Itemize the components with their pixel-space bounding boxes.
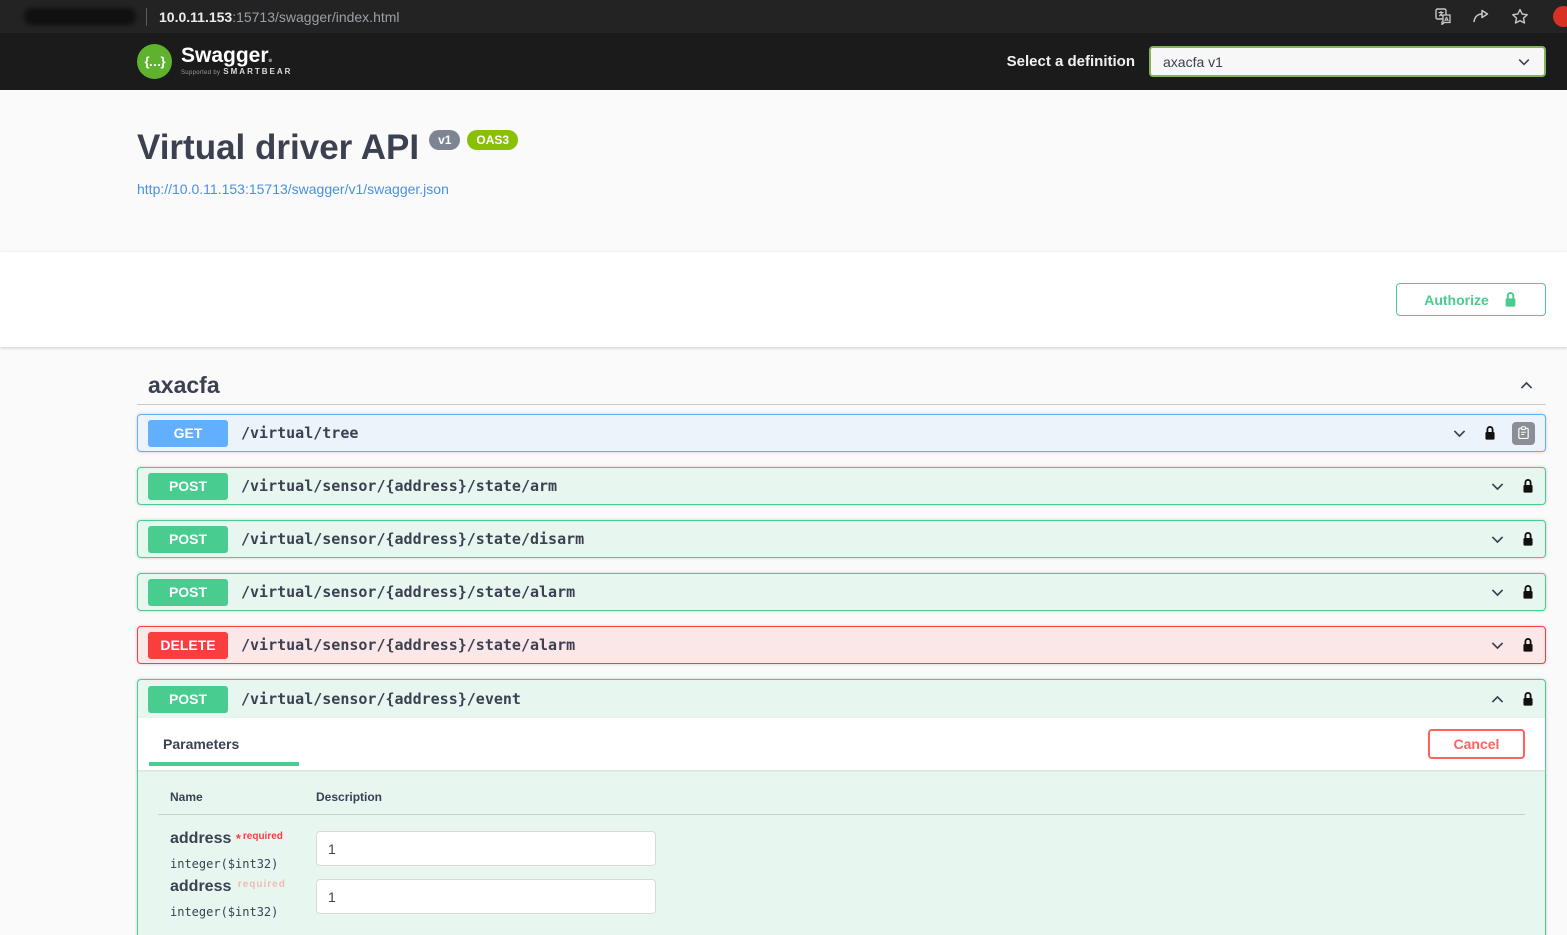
- parameter-row-address-2: address required integer($int32): [158, 877, 1525, 919]
- operations-section: axacfa GET /virtual/tree POST /virtual/s…: [0, 347, 1567, 935]
- brand-name: Swagger: [181, 44, 267, 67]
- cancel-button[interactable]: Cancel: [1428, 729, 1525, 759]
- method-badge: POST: [148, 686, 228, 713]
- url-host: 10.0.11.153: [159, 9, 232, 25]
- lock-icon[interactable]: [1521, 691, 1535, 707]
- parameters-table: Name Description address *required integ…: [138, 770, 1545, 935]
- operation-row-post-state-arm[interactable]: POST /virtual/sensor/{address}/state/arm: [137, 467, 1546, 505]
- chevron-up-icon[interactable]: [1489, 691, 1506, 708]
- lock-icon[interactable]: [1521, 531, 1535, 547]
- operation-row-post-event[interactable]: POST /virtual/sensor/{address}/event: [138, 680, 1545, 718]
- browser-address-bar[interactable]: 10.0.11.153:15713/swagger/index.html: [0, 0, 1567, 33]
- chevron-down-icon[interactable]: [1451, 425, 1468, 442]
- definition-select[interactable]: axacfa v1: [1149, 46, 1546, 77]
- chevron-down-icon[interactable]: [1489, 637, 1506, 654]
- swagger-topbar: {…} Swagger. Supported bySMARTBEAR Selec…: [0, 33, 1567, 90]
- operation-path: /virtual/sensor/{address}/event: [241, 690, 521, 708]
- share-icon[interactable]: [1472, 8, 1491, 25]
- clipboard-icon: [1517, 426, 1530, 440]
- bookmark-star-icon[interactable]: [1511, 8, 1529, 25]
- translate-icon[interactable]: [1435, 8, 1452, 25]
- lock-icon: [1503, 291, 1518, 308]
- tag-name: axacfa: [148, 372, 220, 399]
- chevron-up-icon[interactable]: [1518, 377, 1535, 394]
- selected-definition: axacfa v1: [1163, 54, 1223, 70]
- browser-profile-avatar[interactable]: [1553, 6, 1567, 27]
- required-label: required: [243, 831, 283, 842]
- required-label: required: [238, 879, 286, 890]
- method-badge: POST: [148, 579, 228, 606]
- chevron-down-icon[interactable]: [1489, 531, 1506, 548]
- address-separator: [146, 8, 147, 26]
- operation-row-post-state-disarm[interactable]: POST /virtual/sensor/{address}/state/dis…: [137, 520, 1546, 558]
- method-badge: GET: [148, 420, 228, 447]
- lock-icon[interactable]: [1521, 478, 1535, 494]
- version-badge: v1: [429, 130, 460, 150]
- parameter-type: integer($int32): [170, 905, 316, 919]
- parameter-row-address-1: address *required integer($int32): [158, 829, 1525, 871]
- method-badge: POST: [148, 526, 228, 553]
- lock-icon[interactable]: [1483, 425, 1497, 441]
- operation-path: /virtual/tree: [241, 424, 358, 442]
- api-info-section: Virtual driver API v1 OAS3 http://10.0.1…: [0, 90, 1567, 252]
- address-input[interactable]: [316, 831, 656, 866]
- column-header-name: Name: [170, 790, 316, 804]
- operation-path: /virtual/sensor/{address}/state/arm: [241, 477, 557, 495]
- operation-path: /virtual/sensor/{address}/state/alarm: [241, 583, 575, 601]
- authorize-label: Authorize: [1424, 292, 1489, 308]
- method-badge: DELETE: [148, 632, 228, 659]
- chevron-down-icon: [1516, 54, 1532, 70]
- swagger-logo-icon: {…}: [137, 44, 172, 79]
- parameters-header: Parameters Cancel: [138, 718, 1545, 770]
- url-text[interactable]: 10.0.11.153:15713/swagger/index.html: [159, 9, 400, 25]
- page-title: Virtual driver API: [137, 128, 419, 168]
- operation-path: /virtual/sensor/{address}/state/alarm: [241, 636, 575, 654]
- tag-header-axacfa[interactable]: axacfa: [137, 377, 1546, 405]
- operation-row-delete-state-alarm[interactable]: DELETE /virtual/sensor/{address}/state/a…: [137, 626, 1546, 664]
- operation-row-get-virtual-tree[interactable]: GET /virtual/tree: [137, 414, 1546, 452]
- parameter-type: integer($int32): [170, 857, 316, 871]
- oas3-badge: OAS3: [467, 130, 518, 150]
- chevron-down-icon[interactable]: [1489, 584, 1506, 601]
- lock-icon[interactable]: [1521, 584, 1535, 600]
- parameter-name: address: [170, 878, 231, 895]
- tab-parameters[interactable]: Parameters: [158, 736, 244, 752]
- parameter-name: address: [170, 830, 231, 847]
- operation-block-post-event-expanded: POST /virtual/sensor/{address}/event Par…: [137, 679, 1546, 935]
- spec-json-link[interactable]: http://10.0.11.153:15713/swagger/v1/swag…: [137, 181, 449, 197]
- copy-to-clipboard-button[interactable]: [1512, 422, 1535, 445]
- scheme-container: Authorize: [0, 252, 1567, 347]
- lock-icon[interactable]: [1521, 637, 1535, 653]
- supported-by-label: Supported by: [181, 70, 220, 76]
- smartbear-label: SMARTBEAR: [223, 67, 292, 76]
- swagger-logo: {…} Swagger. Supported bySMARTBEAR: [137, 44, 292, 79]
- column-header-description: Description: [316, 790, 382, 804]
- select-definition-label: Select a definition: [1007, 53, 1135, 70]
- brand-dot: .: [267, 44, 273, 67]
- chevron-down-icon[interactable]: [1489, 478, 1506, 495]
- address-input[interactable]: [316, 879, 656, 914]
- operation-path: /virtual/sensor/{address}/state/disarm: [241, 530, 584, 548]
- redacted-tab-text: [24, 8, 136, 25]
- operation-row-post-state-alarm[interactable]: POST /virtual/sensor/{address}/state/ala…: [137, 573, 1546, 611]
- url-path: :15713/swagger/index.html: [232, 9, 399, 25]
- method-badge: POST: [148, 473, 228, 500]
- authorize-button[interactable]: Authorize: [1396, 283, 1546, 316]
- required-asterisk: *: [236, 831, 241, 846]
